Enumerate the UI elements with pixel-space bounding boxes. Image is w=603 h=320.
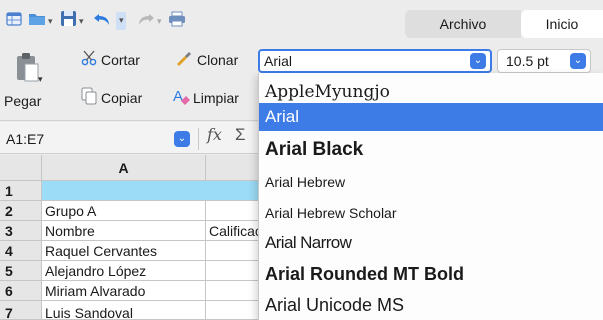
- print-button[interactable]: [168, 10, 186, 32]
- cell-a1[interactable]: [42, 181, 266, 201]
- cell-b3[interactable]: Calificación: [206, 221, 266, 241]
- column-header-b[interactable]: [206, 155, 266, 181]
- row-header-7[interactable]: 7: [0, 301, 42, 320]
- cell-b6[interactable]: [206, 281, 266, 301]
- copy-label: Copiar: [101, 89, 143, 106]
- paste-chevron-icon[interactable]: ▾: [38, 74, 43, 85]
- clone-label: Clonar: [197, 51, 239, 68]
- sum-button[interactable]: Σ: [235, 125, 246, 145]
- paste-label[interactable]: Pegar: [4, 93, 41, 109]
- cell-a3[interactable]: Nombre: [42, 221, 206, 241]
- clone-format-button[interactable]: Clonar: [175, 50, 238, 69]
- redo-button[interactable]: ▾: [137, 10, 162, 32]
- undo-icon: [92, 9, 114, 34]
- divider: [198, 128, 199, 150]
- cell-a2[interactable]: Grupo A: [42, 201, 206, 221]
- font-option-arial-rounded-mt-bold[interactable]: Arial Rounded MT Bold: [259, 259, 603, 289]
- font-option-arial-black[interactable]: Arial Black: [259, 135, 603, 165]
- font-name-field[interactable]: Arial ⌄: [258, 49, 492, 73]
- cell-a4[interactable]: Raquel Cervantes: [42, 241, 206, 261]
- font-option-arial-hebrew[interactable]: Arial Hebrew: [259, 168, 603, 196]
- row-header-2[interactable]: 2: [0, 201, 42, 221]
- font-option-arial-narrow[interactable]: Arial Narrow: [259, 228, 603, 258]
- font-dropdown-list: AppleMyungjo Arial Arial Black Arial Heb…: [258, 73, 603, 320]
- clear-label: Limpiar: [193, 89, 239, 106]
- select-all-corner[interactable]: [0, 155, 42, 181]
- new-spreadsheet-button[interactable]: [6, 10, 22, 32]
- column-header-a[interactable]: A: [42, 155, 206, 181]
- font-size-field[interactable]: 10.5 pt ⌄: [497, 49, 591, 73]
- chevron-down-icon[interactable]: ▾: [157, 16, 162, 27]
- cell-b2[interactable]: [206, 201, 266, 221]
- cell-a7[interactable]: Luis Sandoval: [42, 301, 206, 320]
- chevron-down-icon[interactable]: ▾: [48, 16, 53, 27]
- print-icon: [168, 11, 186, 32]
- open-button[interactable]: ▾: [28, 10, 53, 32]
- cut-button[interactable]: Cortar: [81, 50, 140, 69]
- chevron-down-icon[interactable]: ▾: [79, 16, 84, 27]
- name-box[interactable]: A1:E7: [6, 128, 192, 150]
- undo-button[interactable]: ▾: [92, 9, 126, 34]
- cell-a5[interactable]: Alejandro López: [42, 261, 206, 281]
- font-option-arial[interactable]: Arial: [259, 103, 603, 131]
- cut-label: Cortar: [101, 51, 140, 68]
- paste-button[interactable]: [14, 52, 40, 87]
- scissors-icon: [81, 50, 97, 69]
- clipboard-icon: [14, 53, 40, 86]
- font-name-value: Arial: [264, 53, 293, 69]
- cell-a6[interactable]: Miriam Alvarado: [42, 281, 206, 301]
- svg-text:A: A: [173, 88, 183, 105]
- row-header-4[interactable]: 4: [0, 241, 42, 261]
- spreadsheet-icon: [6, 11, 22, 32]
- save-icon: [60, 10, 77, 32]
- chevron-down-icon[interactable]: ⌄: [570, 53, 586, 69]
- font-size-value: 10.5 pt: [506, 53, 549, 69]
- chevron-down-icon[interactable]: ⌄: [174, 131, 190, 147]
- eraser-icon: A: [173, 87, 191, 108]
- copy-button[interactable]: Copiar: [81, 87, 142, 108]
- row-header-1[interactable]: 1: [0, 181, 42, 201]
- cell-b7[interactable]: [206, 301, 266, 320]
- font-option-arial-hebrew-scholar[interactable]: Arial Hebrew Scholar: [259, 199, 603, 227]
- cell-b5[interactable]: [206, 261, 266, 281]
- redo-icon: [137, 11, 155, 32]
- tab-archivo[interactable]: Archivo: [405, 10, 521, 38]
- chevron-down-icon[interactable]: ⌄: [470, 53, 486, 69]
- clear-button[interactable]: A Limpiar: [173, 87, 239, 108]
- tab-inicio[interactable]: Inicio: [521, 10, 603, 38]
- function-button[interactable]: fx: [207, 125, 222, 144]
- row-header-3[interactable]: 3: [0, 221, 42, 241]
- row-header-6[interactable]: 6: [0, 281, 42, 301]
- cell-b4[interactable]: [206, 241, 266, 261]
- save-button[interactable]: ▾: [60, 10, 84, 32]
- copy-icon: [81, 87, 97, 108]
- brush-icon: [175, 50, 193, 69]
- folder-icon: [28, 11, 46, 32]
- row-header-5[interactable]: 5: [0, 261, 42, 281]
- undo-menu-chevron[interactable]: ▾: [116, 12, 126, 30]
- font-option-arial-unicode-ms[interactable]: Arial Unicode MS: [259, 290, 603, 320]
